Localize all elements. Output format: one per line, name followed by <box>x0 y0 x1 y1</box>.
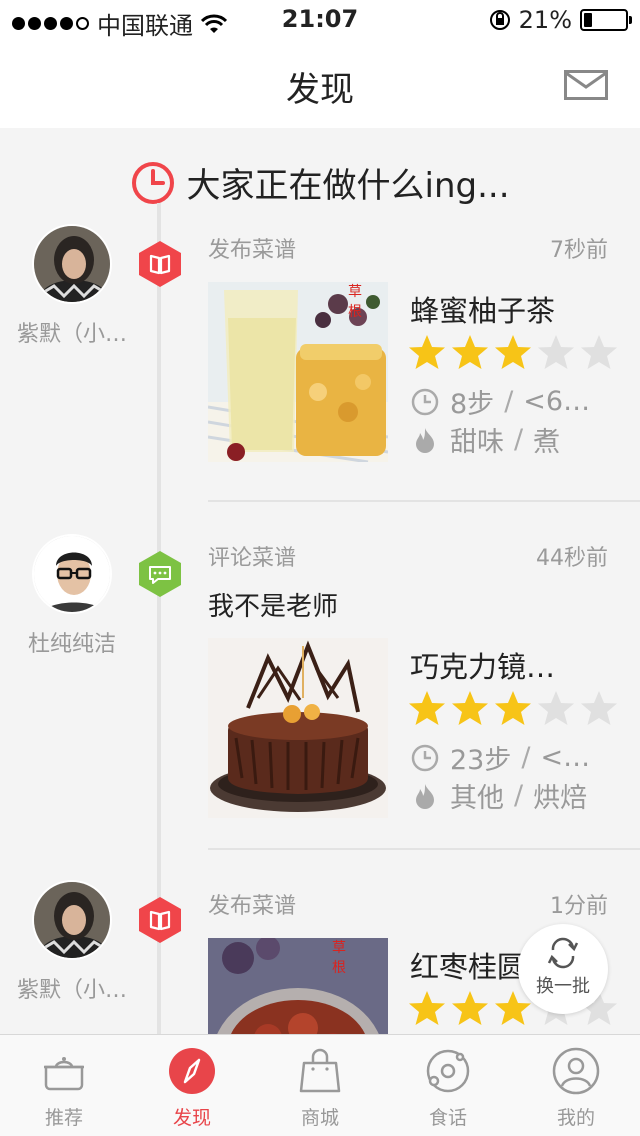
nav-bar: 发现 <box>0 40 640 128</box>
battery-percent: 21% <box>518 6 572 34</box>
user-icon <box>552 1047 600 1095</box>
star-filled-icon <box>409 691 445 725</box>
recipe-photo[interactable]: 草 根 <box>208 938 388 1034</box>
username[interactable]: 杜纯纯洁 <box>0 626 144 658</box>
star-empty-icon <box>538 335 574 369</box>
recipe-photo[interactable]: 草 根 <box>208 282 388 462</box>
feed-heading: 大家正在做什么ing... <box>0 158 640 209</box>
recipe-photo[interactable] <box>208 638 388 818</box>
battery-icon <box>580 9 632 31</box>
svg-text:草: 草 <box>348 284 362 300</box>
star-filled-icon <box>495 335 531 369</box>
tab-label: 食话 <box>428 1107 467 1129</box>
tab-recommend[interactable]: 推荐 <box>0 1035 128 1136</box>
recipe-taste-row: 甜味 / 煮 <box>410 420 560 459</box>
clock-outline-icon <box>411 388 439 415</box>
tab-label: 发现 <box>172 1107 211 1129</box>
recipe-steps-row: 8步 / <6… <box>410 382 590 421</box>
star-empty-icon <box>581 335 617 369</box>
svg-text:根: 根 <box>348 304 362 320</box>
timestamp: 1分前 <box>550 894 608 919</box>
avatar[interactable] <box>32 534 112 614</box>
recipe-taste-row: 其他 / 烘焙 <box>410 776 587 815</box>
recipe-steps: 8步 <box>450 389 495 420</box>
tab-bar: 推荐 发现 商城 食话 我的 <box>0 1034 640 1136</box>
rating-stars <box>408 334 618 370</box>
planet-icon <box>426 1049 470 1093</box>
publish-type-badge <box>138 240 182 288</box>
action-label: 发布菜谱 <box>208 894 297 919</box>
flame-icon <box>416 783 434 809</box>
rotation-lock-icon <box>489 10 510 30</box>
clock-outline-icon <box>411 744 439 771</box>
pot-icon <box>44 1057 84 1091</box>
recipe-taste: 其他 <box>450 783 504 814</box>
refresh-icon <box>547 937 579 969</box>
action-label: 发布菜谱 <box>208 238 297 263</box>
timestamp: 7秒前 <box>550 238 608 263</box>
star-filled-icon <box>409 335 445 369</box>
username[interactable]: 紫默（小… <box>0 316 144 348</box>
feed-heading-text: 大家正在做什么ing... <box>186 166 510 206</box>
recipe-method: 烘焙 <box>533 783 588 814</box>
clock-icon <box>131 161 174 204</box>
avatar[interactable] <box>32 224 112 304</box>
tab-label: 推荐 <box>44 1107 83 1129</box>
tab-label: 我的 <box>556 1107 595 1129</box>
recipe-steps: 23步 <box>450 745 512 776</box>
publish-type-badge <box>138 896 182 944</box>
flame-icon <box>416 427 434 453</box>
recipe-name[interactable]: 巧克力镜… <box>410 644 610 686</box>
recipe-taste: 甜味 <box>450 427 504 458</box>
page-title: 发现 <box>286 70 354 110</box>
star-empty-icon <box>581 691 617 725</box>
svg-text:草: 草 <box>332 940 346 956</box>
recipe-steps-row: 23步 / <… <box>410 738 590 777</box>
status-bar: 中国联通 21:07 21% <box>0 0 640 40</box>
username[interactable]: 紫默（小… <box>0 972 144 1004</box>
comment-type-badge <box>138 550 182 598</box>
refresh-batch-label: 换一批 <box>536 976 590 997</box>
item-divider <box>208 848 640 850</box>
recipe-duration: <… <box>540 742 591 773</box>
star-empty-icon <box>538 691 574 725</box>
tab-discover[interactable]: 发现 <box>128 1035 256 1136</box>
activity-feed: 大家正在做什么ing... 紫默（小… 发布菜谱 7秒前 草 根 蜂蜜柚子茶 8… <box>0 128 640 1034</box>
comment-text: 我不是老师 <box>208 592 339 622</box>
shopping-bag-icon <box>299 1048 341 1093</box>
star-filled-icon <box>409 991 445 1025</box>
tab-me[interactable]: 我的 <box>512 1035 640 1136</box>
star-filled-icon <box>495 691 531 725</box>
timestamp: 44秒前 <box>536 546 608 571</box>
recipe-name[interactable]: 蜂蜜柚子茶 <box>410 288 610 330</box>
avatar[interactable] <box>32 880 112 960</box>
tab-food-talk[interactable]: 食话 <box>384 1035 512 1136</box>
star-filled-icon <box>452 691 488 725</box>
rating-stars <box>408 690 618 726</box>
refresh-batch-button[interactable]: 换一批 <box>518 924 608 1014</box>
recipe-duration: <6… <box>523 386 591 417</box>
compass-icon <box>169 1048 215 1094</box>
star-filled-icon <box>452 991 488 1025</box>
tab-mall[interactable]: 商城 <box>256 1035 384 1136</box>
recipe-method: 煮 <box>533 427 561 458</box>
mail-icon[interactable] <box>564 70 608 100</box>
svg-text:根: 根 <box>332 960 346 976</box>
star-filled-icon <box>452 335 488 369</box>
tab-label: 商城 <box>300 1107 339 1129</box>
item-divider <box>208 500 640 502</box>
action-label: 评论菜谱 <box>208 546 297 571</box>
